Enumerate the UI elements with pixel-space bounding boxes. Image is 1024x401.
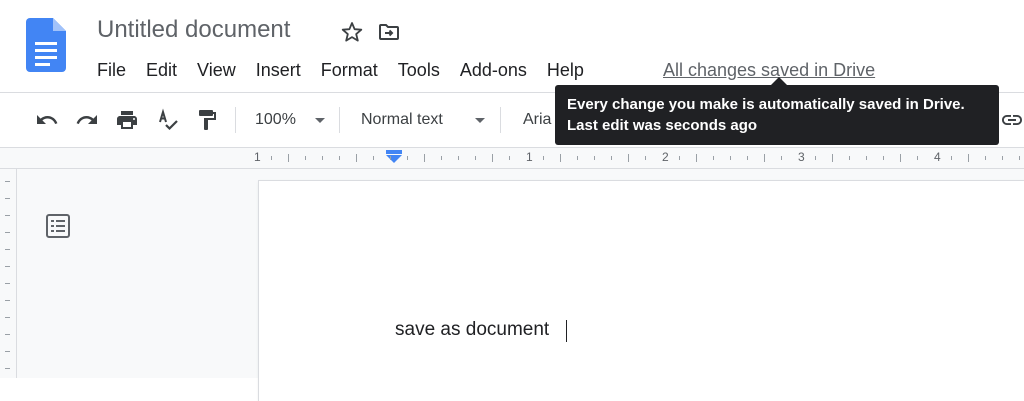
star-icon[interactable]	[340, 20, 364, 44]
spellcheck-icon[interactable]	[155, 108, 179, 132]
ruler-tick	[424, 154, 425, 162]
ruler-tick	[611, 156, 612, 160]
ruler-tick	[781, 156, 782, 160]
ruler-tick	[305, 156, 306, 160]
ruler-tick	[832, 154, 833, 162]
vertical-ruler-tick	[5, 283, 10, 284]
menu-help[interactable]: Help	[547, 58, 584, 82]
vertical-ruler-tick	[5, 300, 10, 301]
ruler-tick	[458, 156, 459, 160]
ruler-tick	[764, 154, 765, 162]
ruler-tick	[390, 156, 391, 160]
paint-format-icon[interactable]	[195, 108, 219, 132]
move-to-folder-icon[interactable]	[377, 20, 401, 44]
ruler-tick	[1019, 156, 1020, 160]
ruler-tick	[509, 156, 510, 160]
menu-format[interactable]: Format	[321, 58, 378, 82]
style-select[interactable]: Normal text	[361, 109, 443, 131]
ruler-tick	[322, 156, 323, 160]
ruler-tick	[645, 156, 646, 160]
undo-icon[interactable]	[35, 108, 59, 132]
horizontal-ruler[interactable]: 1 1 2 3 4	[0, 148, 1024, 169]
document-body-text[interactable]: save as document	[395, 319, 549, 341]
menu-bar: File Edit View Insert Format Tools Add-o…	[97, 58, 604, 82]
ruler-tick	[815, 156, 816, 160]
ruler-tick	[951, 156, 952, 160]
tooltip-line-1: Every change you make is automatically s…	[567, 96, 965, 113]
vertical-ruler-tick	[5, 334, 10, 335]
save-status-link[interactable]: All changes saved in Drive	[663, 58, 875, 82]
tooltip-arrow	[771, 77, 787, 85]
vertical-ruler-tick	[5, 351, 10, 352]
vertical-ruler-tick	[5, 249, 10, 250]
ruler-tick	[407, 156, 408, 160]
ruler-tick	[900, 154, 901, 162]
ruler-tick	[594, 156, 595, 160]
vertical-ruler-tick	[5, 317, 10, 318]
ruler-tick	[288, 154, 289, 162]
ruler-tick	[866, 156, 867, 160]
ruler-label: 1	[526, 150, 533, 164]
ruler-tick	[696, 154, 697, 162]
save-status-tooltip: Every change you make is automatically s…	[555, 85, 999, 145]
vertical-ruler-tick	[5, 368, 10, 369]
ruler-tick	[849, 156, 850, 160]
style-caret-icon[interactable]	[475, 118, 485, 123]
vertical-ruler-tick	[5, 266, 10, 267]
menu-file[interactable]: File	[97, 58, 126, 82]
tooltip-line-2: Last edit was seconds ago	[567, 117, 758, 134]
ruler-tick	[747, 156, 748, 160]
vertical-ruler-tick	[5, 232, 10, 233]
vertical-ruler-tick	[5, 198, 10, 199]
menu-edit[interactable]: Edit	[146, 58, 177, 82]
ruler-tick	[1002, 156, 1003, 160]
ruler-tick	[713, 156, 714, 160]
ruler-label: 3	[798, 150, 805, 164]
menu-addons[interactable]: Add-ons	[460, 58, 527, 82]
toolbar-divider	[235, 107, 236, 133]
ruler-label: 4	[934, 150, 941, 164]
ruler-tick	[475, 156, 476, 160]
indent-marker-icon[interactable]	[386, 150, 402, 164]
ruler-tick	[985, 156, 986, 160]
ruler-tick	[730, 156, 731, 160]
toolbar-divider	[339, 107, 340, 133]
redo-icon[interactable]	[75, 108, 99, 132]
ruler-tick	[628, 154, 629, 162]
google-docs-icon[interactable]	[26, 18, 66, 72]
ruler-tick	[271, 156, 272, 160]
ruler-tick	[492, 154, 493, 162]
vertical-ruler-tick	[5, 215, 10, 216]
ruler-tick	[373, 156, 374, 160]
ruler-tick	[356, 154, 357, 162]
vertical-ruler[interactable]	[0, 169, 17, 378]
ruler-tick	[441, 156, 442, 160]
zoom-caret-icon[interactable]	[315, 118, 325, 123]
document-outline-icon[interactable]	[44, 212, 72, 240]
ruler-tick	[679, 156, 680, 160]
menu-view[interactable]: View	[197, 58, 236, 82]
print-icon[interactable]	[115, 108, 139, 132]
ruler-tick	[968, 154, 969, 162]
ruler-tick	[917, 156, 918, 160]
toolbar-divider	[500, 107, 501, 133]
ruler-label: 2	[662, 150, 669, 164]
link-icon[interactable]	[1000, 108, 1024, 132]
vertical-ruler-tick	[5, 181, 10, 182]
ruler-tick	[577, 156, 578, 160]
document-page[interactable]	[259, 181, 1024, 401]
ruler-tick	[883, 156, 884, 160]
text-cursor	[566, 320, 567, 342]
ruler-tick	[560, 154, 561, 162]
font-select[interactable]: Aria	[523, 109, 551, 131]
ruler-tick	[543, 156, 544, 160]
ruler-label: 1	[254, 150, 261, 164]
menu-tools[interactable]: Tools	[398, 58, 440, 82]
menu-insert[interactable]: Insert	[256, 58, 301, 82]
document-title[interactable]: Untitled document	[97, 16, 290, 44]
zoom-select[interactable]: 100%	[255, 109, 296, 131]
ruler-tick	[339, 156, 340, 160]
